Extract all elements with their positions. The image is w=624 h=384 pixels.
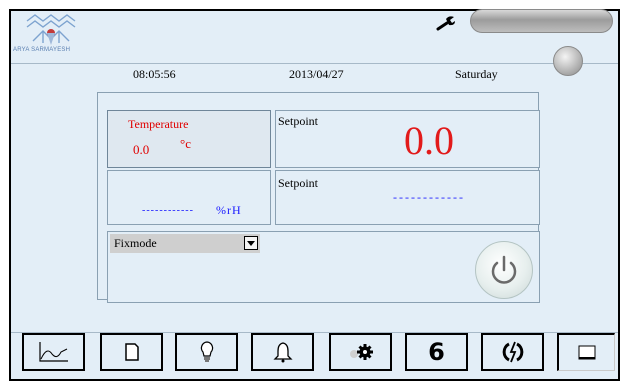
power-button[interactable] [475, 241, 533, 299]
clock-date: 2013/04/27 [289, 67, 344, 81]
light-button[interactable] [175, 333, 238, 371]
mode-select[interactable]: Fixmode [110, 234, 260, 253]
document-icon [124, 343, 139, 361]
bell-icon [272, 342, 293, 363]
humidity-unit: %rH [216, 203, 242, 217]
wrench-icon[interactable] [436, 14, 456, 32]
temperature-value: 0.0 [133, 142, 150, 157]
refresh-icon [502, 341, 523, 363]
setpoint-label: Setpoint [278, 114, 319, 128]
screen-button[interactable] [557, 333, 615, 371]
company-logo: ARYA SARMAYESH [13, 11, 101, 55]
bulb-icon [200, 341, 213, 362]
setpoint-value: 0.0 [404, 118, 454, 163]
document-button[interactable] [100, 333, 163, 371]
window-icon [578, 345, 595, 359]
mode-selected-value: Fixmode [114, 236, 157, 250]
chevron-down-icon[interactable] [244, 236, 258, 250]
setpoint-label: Setpoint [278, 176, 319, 190]
temperature-unit: °c [180, 136, 191, 151]
alarm-button[interactable] [251, 333, 314, 371]
logo-text: ARYA SARMAYESH [13, 47, 71, 53]
program-6-button[interactable]: 6 [405, 333, 468, 371]
slider-knob[interactable] [553, 46, 583, 76]
settings-button[interactable] [329, 333, 392, 371]
temperature-label: Temperature [128, 117, 189, 131]
humidity-setpoint-value: ------------ [393, 190, 465, 204]
power-icon [491, 255, 517, 284]
cycle-button[interactable] [481, 333, 544, 371]
program-6-label: 6 [428, 338, 445, 366]
clock-day: Saturday [455, 67, 498, 81]
chart-button[interactable] [22, 333, 85, 371]
humidity-value: ------------ [142, 205, 194, 216]
gear-icon [349, 344, 373, 360]
humidity-panel[interactable] [107, 170, 271, 225]
snowflake-logo-icon [26, 14, 76, 45]
brightness-slider-track[interactable] [470, 9, 613, 33]
chart-icon [38, 342, 68, 362]
clock-time: 08:05:56 [133, 67, 176, 81]
